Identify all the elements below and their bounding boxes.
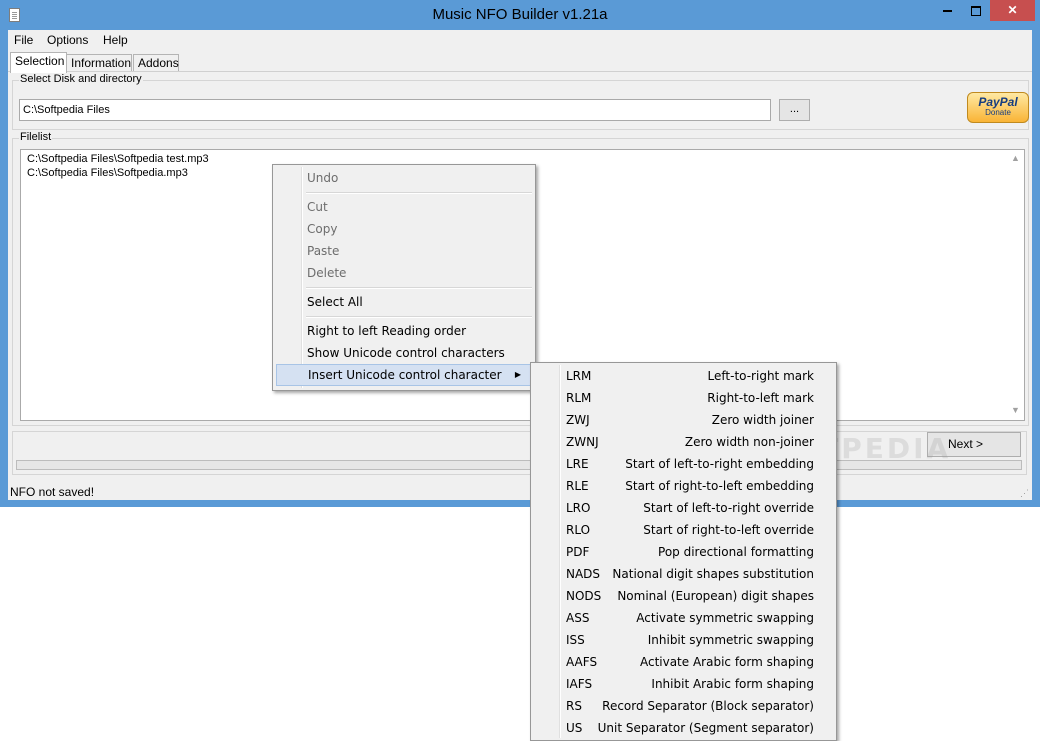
filelist-group-label: Filelist — [19, 131, 53, 143]
browse-button[interactable]: ... — [779, 99, 810, 121]
submenu-item-rs[interactable]: RS Record Separator (Block separator) — [534, 695, 833, 717]
dir-group-label: Select Disk and directory — [19, 73, 143, 85]
menu-file[interactable]: File — [14, 33, 33, 47]
scroll-down-icon[interactable]: ▼ — [1011, 406, 1020, 415]
submenu-description: Start of right-to-left override — [643, 523, 814, 537]
menu-separator — [306, 192, 532, 194]
submenu-code: PDF — [566, 545, 590, 559]
submenu-item-aafs[interactable]: AAFS Activate Arabic form shaping — [534, 651, 833, 673]
submenu-item-lrm[interactable]: LRM Left-to-right mark — [534, 365, 833, 387]
submenu-item-lro[interactable]: LRO Start of left-to-right override — [534, 497, 833, 519]
resize-grip-icon[interactable]: ⋰ — [1020, 488, 1030, 498]
submenu-description: Pop directional formatting — [658, 545, 814, 559]
menu-bar: File Options Help — [8, 30, 1032, 50]
submenu-item-pdf[interactable]: PDF Pop directional formatting — [534, 541, 833, 563]
tab-information[interactable]: Information — [66, 54, 132, 71]
submenu-description: Nominal (European) digit shapes — [617, 589, 814, 603]
submenu-code: AAFS — [566, 655, 598, 669]
vertical-scrollbar[interactable]: ▲ ▼ — [1007, 150, 1024, 420]
menu-separator — [306, 287, 532, 289]
menu-delete[interactable]: Delete — [276, 262, 532, 284]
menu-paste[interactable]: Paste — [276, 240, 532, 262]
menu-options[interactable]: Options — [47, 33, 88, 47]
submenu-item-zwj[interactable]: ZWJ Zero width joiner — [534, 409, 833, 431]
context-menu: Undo Cut Copy Paste Delete Select All Ri… — [272, 164, 536, 391]
submenu-description: Zero width non-joiner — [684, 435, 814, 449]
menu-insert-unicode[interactable]: Insert Unicode control character ▶ — [276, 364, 532, 386]
submenu-item-rlo[interactable]: RLO Start of right-to-left override — [534, 519, 833, 541]
submenu-description: Right-to-left mark — [707, 391, 814, 405]
submenu-item-zwnj[interactable]: ZWNJ Zero width non-joiner — [534, 431, 833, 453]
menu-show-unicode[interactable]: Show Unicode control characters — [276, 342, 532, 364]
menu-rtl-reading-order[interactable]: Right to left Reading order — [276, 320, 532, 342]
submenu-code: US — [566, 721, 583, 735]
submenu-code: ZWJ — [566, 413, 590, 427]
submenu-item-rlm[interactable]: RLM Right-to-left mark — [534, 387, 833, 409]
submenu-code: RLE — [566, 479, 589, 493]
submenu-description: Unit Separator (Segment separator) — [597, 721, 814, 735]
list-item[interactable]: C:\Softpedia Files\Softpedia.mp3 — [27, 167, 188, 179]
submenu-item-ass[interactable]: ASS Activate symmetric swapping — [534, 607, 833, 629]
submenu-code: LRM — [566, 369, 592, 383]
submenu-code: ASS — [566, 611, 590, 625]
submenu-item-us[interactable]: US Unit Separator (Segment separator) — [534, 717, 833, 739]
menu-separator — [306, 316, 532, 318]
maximize-button[interactable] — [962, 0, 990, 21]
tab-addons[interactable]: Addons — [133, 54, 179, 71]
close-button[interactable]: ✕ — [990, 0, 1035, 21]
submenu-description: Activate symmetric swapping — [636, 611, 814, 625]
submenu-item-nods[interactable]: NODS Nominal (European) digit shapes — [534, 585, 833, 607]
menu-copy[interactable]: Copy — [276, 218, 532, 240]
submenu-arrow-icon: ▶ — [514, 370, 521, 379]
submenu-code: NODS — [566, 589, 602, 603]
paypal-donate-button[interactable]: PayPal Donate — [967, 92, 1029, 123]
minimize-button[interactable] — [932, 0, 962, 21]
unicode-submenu: LRM Left-to-right mark RLM Right-to-left ma… — [530, 362, 837, 741]
submenu-code: RLM — [566, 391, 592, 405]
submenu-code: ZWNJ — [566, 435, 599, 449]
submenu-code: LRE — [566, 457, 589, 471]
submenu-code: LRO — [566, 501, 591, 515]
submenu-description: Start of left-to-right embedding — [625, 457, 814, 471]
submenu-item-iss[interactable]: ISS Inhibit symmetric swapping — [534, 629, 833, 651]
status-text: NFO not saved! — [10, 485, 95, 499]
submenu-description: National digit shapes substitution — [612, 567, 814, 581]
submenu-description: Start of left-to-right override — [643, 501, 814, 515]
submenu-code: NADS — [566, 567, 601, 581]
submenu-code: ISS — [566, 633, 585, 647]
submenu-item-lre[interactable]: LRE Start of left-to-right embedding — [534, 453, 833, 475]
tab-selection[interactable]: Selection — [10, 52, 67, 73]
minimize-icon — [942, 9, 952, 12]
maximize-icon — [971, 5, 981, 16]
submenu-description: Inhibit symmetric swapping — [647, 633, 814, 647]
submenu-code: RLO — [566, 523, 591, 537]
menu-select-all[interactable]: Select All — [276, 291, 532, 313]
paypal-donate-label: Donate — [985, 108, 1011, 117]
submenu-item-nads[interactable]: NADS National digit shapes substitution — [534, 563, 833, 585]
submenu-description: Left-to-right mark — [707, 369, 814, 383]
scroll-up-icon[interactable]: ▲ — [1011, 154, 1020, 163]
submenu-code: IAFS — [566, 677, 593, 691]
submenu-description: Record Separator (Block separator) — [602, 699, 814, 713]
title-bar[interactable]: Music NFO Builder v1.21a ✕ — [0, 0, 1040, 30]
submenu-item-rle[interactable]: RLE Start of right-to-left embedding — [534, 475, 833, 497]
list-item[interactable]: C:\Softpedia Files\Softpedia test.mp3 — [27, 153, 209, 165]
submenu-description: Inhibit Arabic form shaping — [651, 677, 814, 691]
submenu-item-iafs[interactable]: IAFS Inhibit Arabic form shaping — [534, 673, 833, 695]
menu-cut[interactable]: Cut — [276, 196, 532, 218]
directory-path-input[interactable]: C:\Softpedia Files — [19, 99, 771, 121]
menu-undo[interactable]: Undo — [276, 167, 532, 189]
menu-insert-unicode-label: Insert Unicode control character — [308, 368, 502, 382]
menu-help[interactable]: Help — [103, 33, 128, 47]
window-title: Music NFO Builder v1.21a — [432, 6, 608, 23]
paypal-logo: PayPal — [978, 95, 1018, 109]
submenu-description: Start of right-to-left embedding — [625, 479, 814, 493]
submenu-code: RS — [566, 699, 582, 713]
submenu-description: Zero width joiner — [711, 413, 814, 427]
submenu-description: Activate Arabic form shaping — [639, 655, 814, 669]
close-icon: ✕ — [1007, 3, 1018, 17]
